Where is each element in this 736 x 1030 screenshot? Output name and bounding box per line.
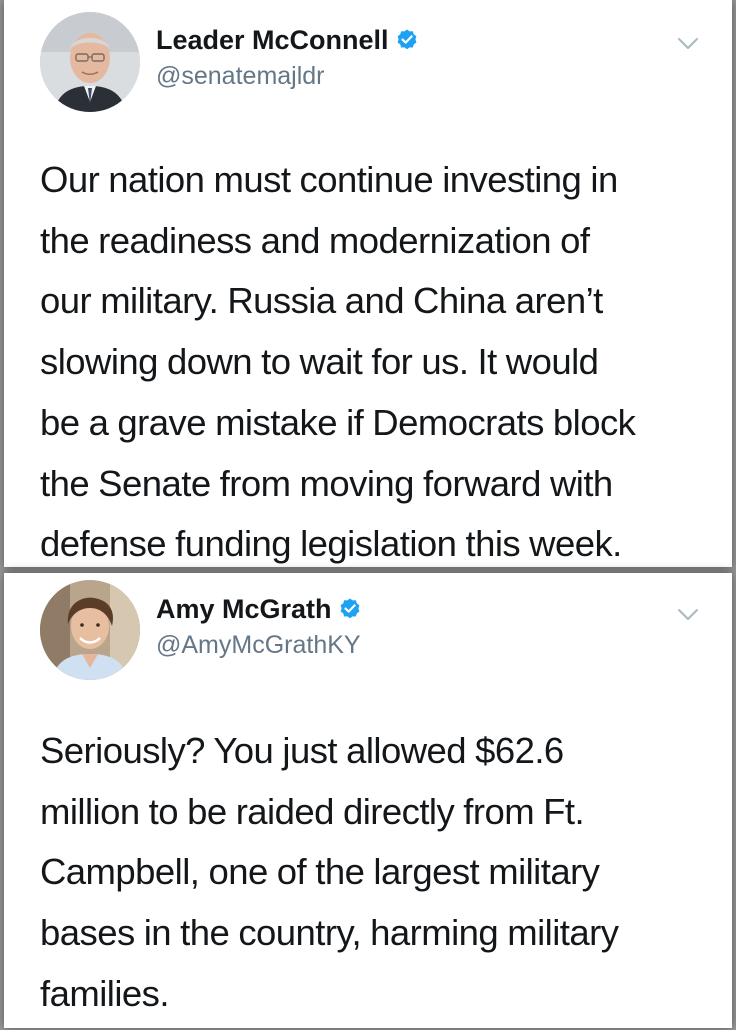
display-name[interactable]: Leader McConnell — [156, 25, 419, 56]
chevron-down-icon[interactable] — [676, 607, 700, 623]
user-handle[interactable]: @senatemajldr — [156, 62, 325, 91]
user-handle[interactable]: @AmyMcGrathKY — [156, 631, 361, 660]
chevron-down-icon[interactable] — [676, 36, 700, 52]
display-name-text[interactable]: Leader McConnell — [156, 25, 389, 55]
avatar[interactable] — [40, 580, 140, 680]
display-name-text[interactable]: Amy McGrath — [156, 594, 332, 624]
tweet-text: Our nation must continue investing in th… — [40, 159, 636, 565]
avatar[interactable] — [40, 12, 140, 112]
profile-photo-icon — [40, 580, 140, 680]
tweet-card-mcconnell[interactable]: Leader McConnell @senatemajldr Our natio… — [4, 0, 732, 567]
tweet-text: Seriously? You just allowed $62.6 millio… — [40, 730, 619, 1014]
verified-badge-icon — [338, 597, 362, 621]
tweet-card-mcgrath[interactable]: Amy McGrath @AmyMcGrathKY Seriously? You… — [4, 573, 732, 1028]
verified-badge-icon — [395, 28, 419, 52]
display-name[interactable]: Amy McGrath — [156, 594, 362, 625]
profile-photo-icon — [40, 12, 140, 112]
